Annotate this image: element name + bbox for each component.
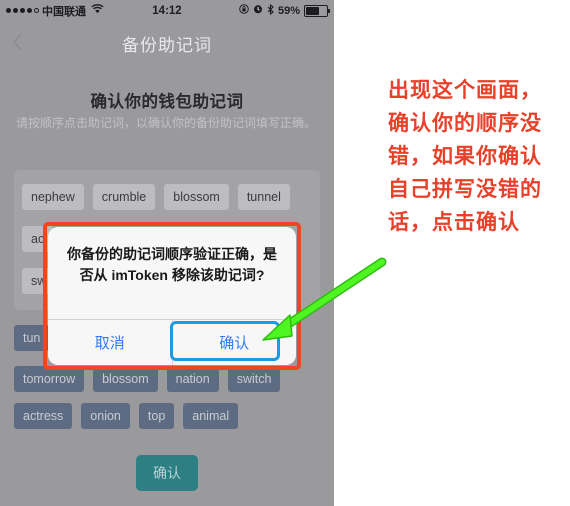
battery-percent-label: 59% (277, 4, 300, 17)
bottom-confirm-button[interactable]: 确认 (136, 455, 198, 491)
carrier-label: 中国联通 (42, 5, 86, 18)
word-chip[interactable]: blossom (164, 184, 229, 210)
navigation-bar: 备份助记词 (0, 21, 334, 64)
word-bank-row-3: actress onion top animal (14, 403, 247, 429)
word-chip[interactable]: onion (81, 403, 130, 429)
selected-row-1: nephew crumble blossom tunnel (22, 184, 299, 210)
signal-strength-icon (6, 8, 39, 13)
word-chip[interactable]: crumble (92, 184, 156, 210)
page-heading: 确认你的钱包助记词 (90, 93, 244, 111)
word-chip[interactable]: nephew (22, 184, 84, 210)
page-title: 备份助记词 (122, 36, 212, 55)
status-bar: 中国联通 14:12 59% (0, 0, 334, 21)
alarm-clock-icon (253, 4, 263, 17)
word-chip[interactable]: actress (14, 403, 73, 429)
page-subtitle: 请按顺序点击助记词，以确认你的备份助记词填写正确。 (16, 116, 317, 130)
rotation-lock-icon (239, 4, 249, 17)
status-bar-right: 59% (239, 3, 330, 18)
status-bar-left: 中国联通 (6, 3, 104, 19)
word-chip[interactable]: top (138, 403, 175, 429)
wifi-icon (91, 4, 104, 17)
word-chip[interactable]: tunnel (237, 184, 290, 210)
battery-icon (304, 4, 330, 17)
green-arrow-icon (250, 250, 400, 355)
word-chip[interactable]: animal (183, 403, 239, 429)
instruction-annotation-text: 出现这个画面，确认你的顺序没错，如果你确认自己拼写没错的话，点击确认 (388, 79, 542, 234)
dialog-cancel-button[interactable]: 取消 (48, 320, 173, 365)
bluetooth-icon (267, 3, 274, 18)
